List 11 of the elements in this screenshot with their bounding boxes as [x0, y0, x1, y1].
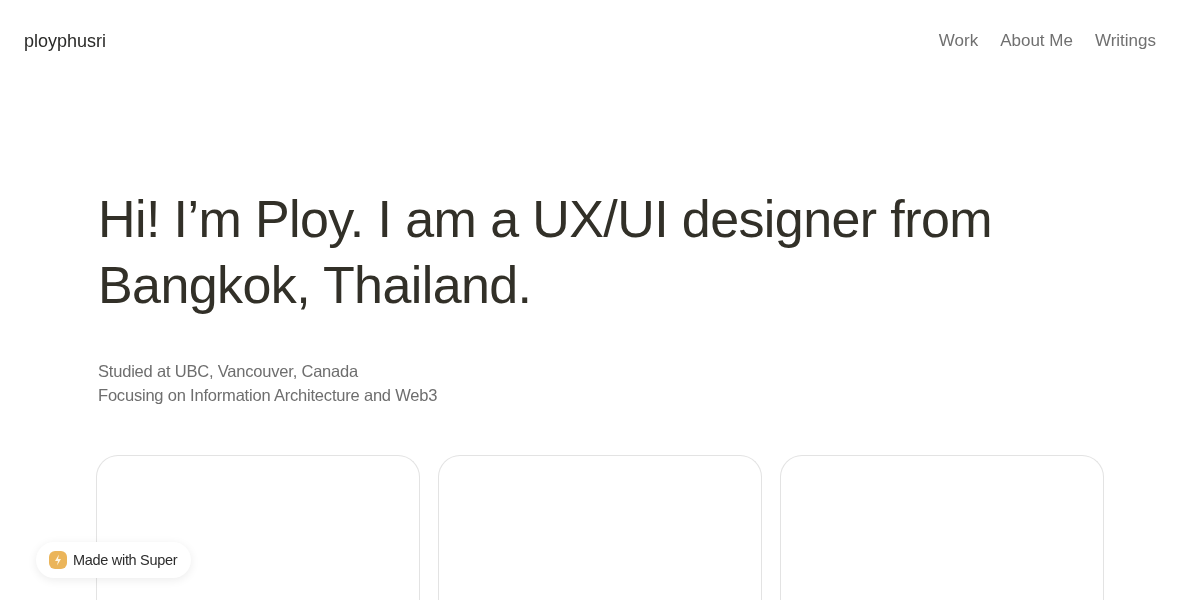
intro-text: Focusing on Information Architecture and Web3: [98, 385, 438, 406]
lightning-icon: [49, 551, 67, 569]
project-card[interactable]: [780, 455, 1104, 600]
project-card[interactable]: [438, 455, 762, 600]
hero-heading: Hi! I’m Ploy. I am a UX/UI designer from Bangkok, Thailand.: [98, 189, 993, 316]
made-with-badge[interactable]: Made with Super: [36, 542, 192, 578]
site-logo[interactable]: ployphusri: [24, 30, 107, 52]
nav-link[interactable]: Work: [938, 31, 979, 51]
intro-text: Studied at UBC, Vancouver, Canada: [98, 361, 358, 382]
nav-link[interactable]: Writings: [1094, 31, 1156, 51]
nav-link[interactable]: About Me: [1000, 31, 1073, 51]
